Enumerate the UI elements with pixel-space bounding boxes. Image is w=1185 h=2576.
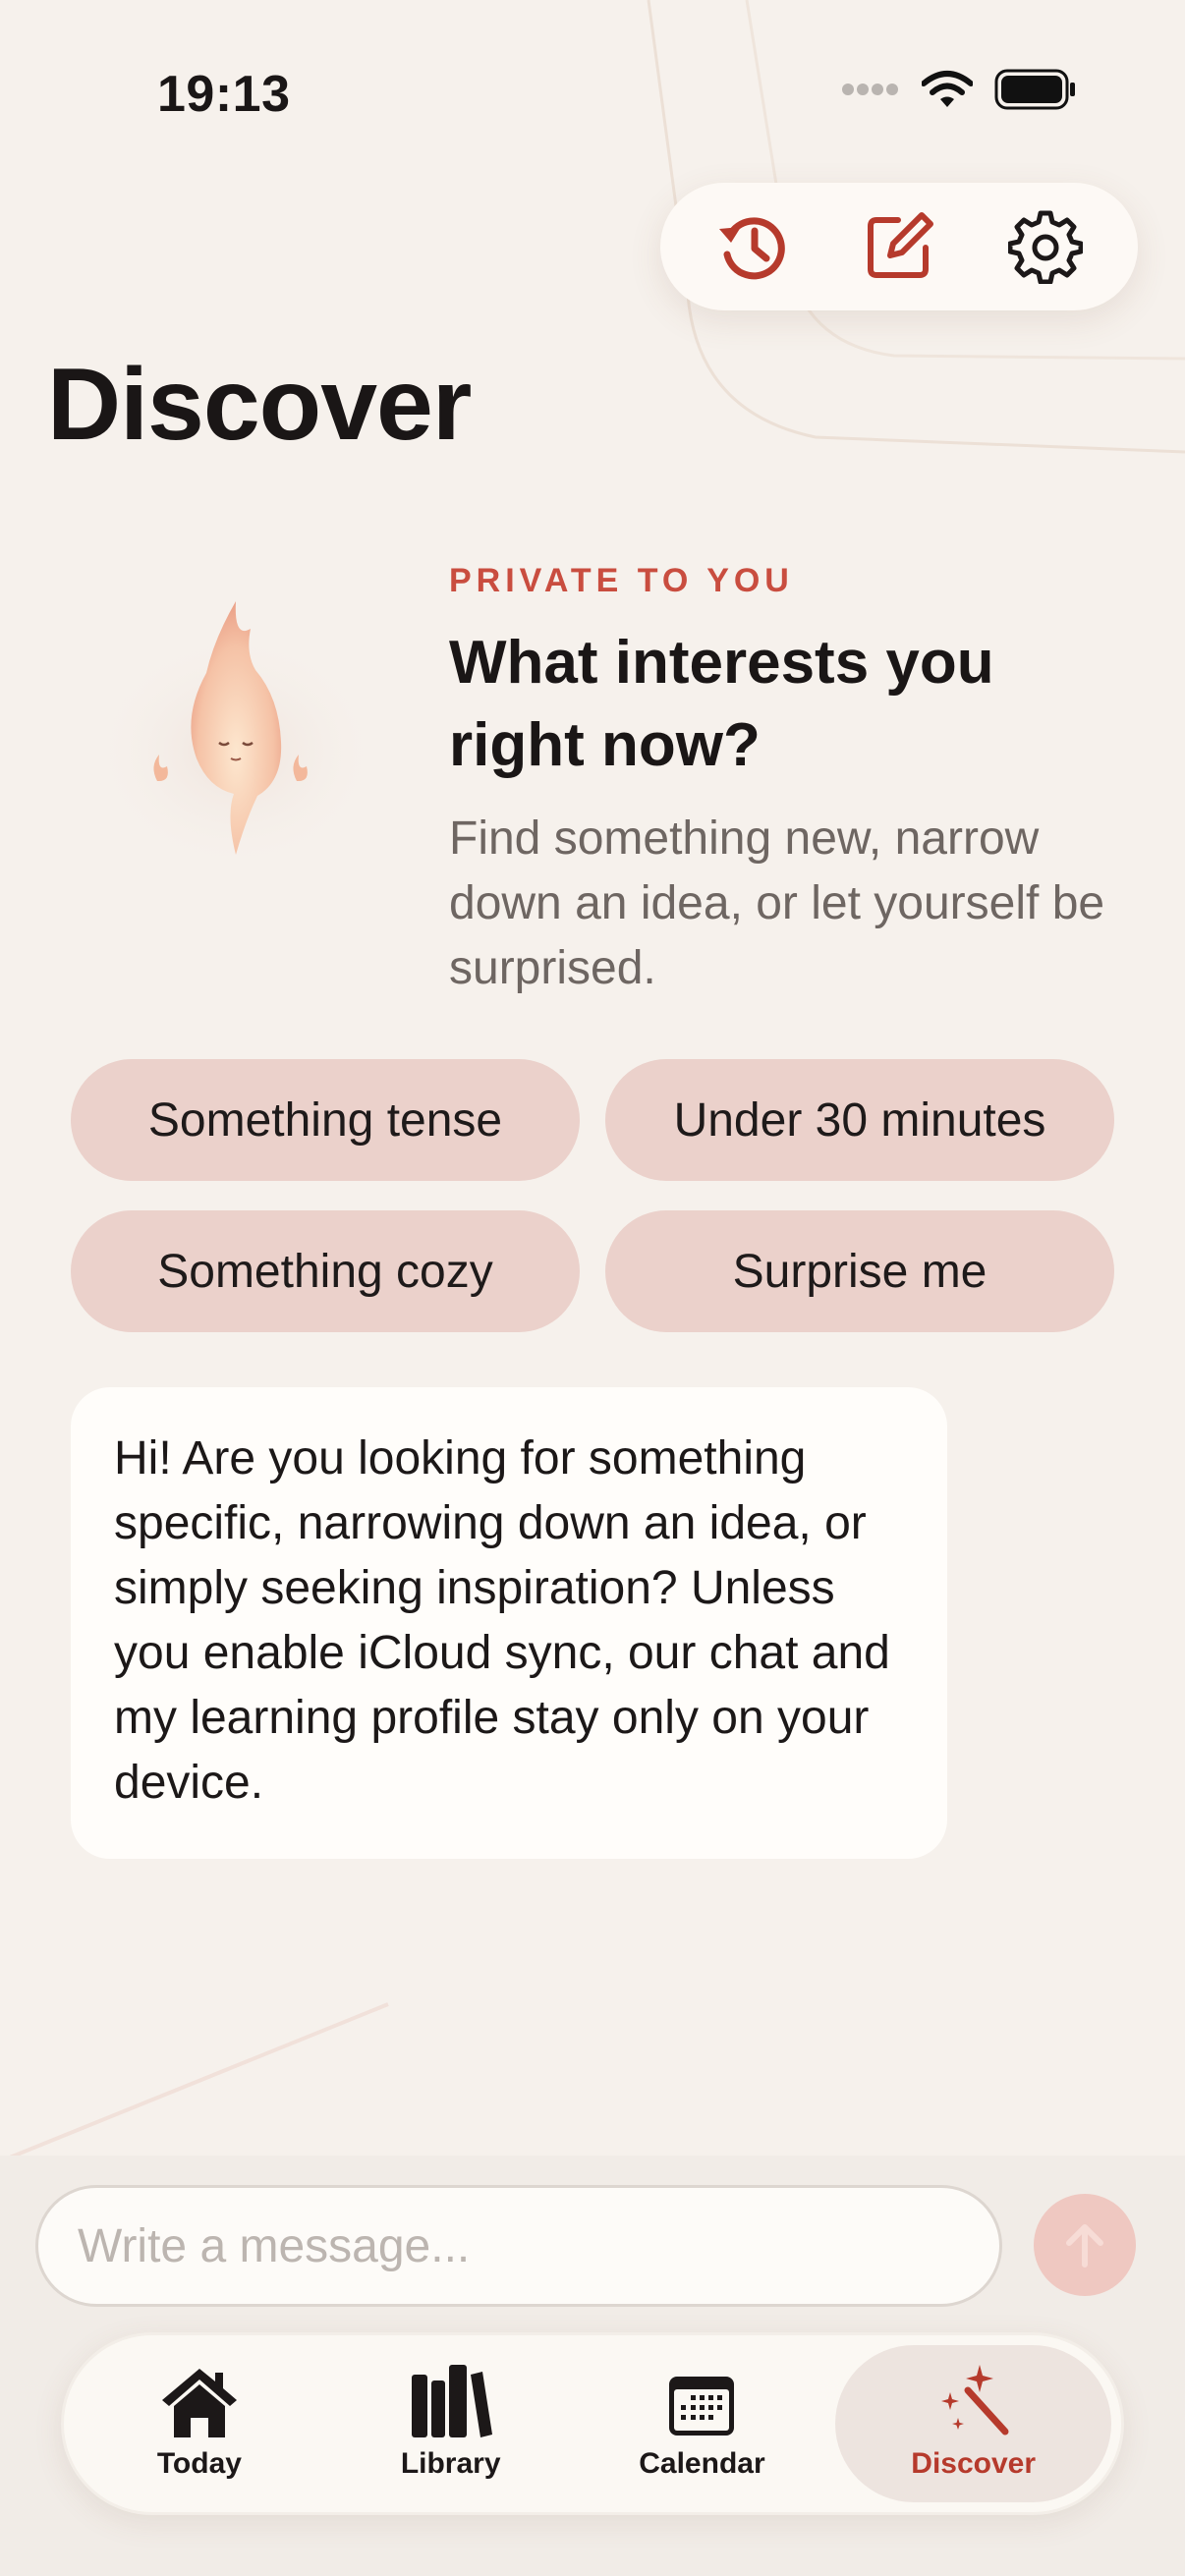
calendar-icon: [669, 2377, 735, 2436]
status-indicators: [841, 69, 1077, 110]
hero-heading: What interests you right now?: [449, 629, 994, 779]
tab-today[interactable]: Today: [74, 2345, 325, 2502]
tab-library[interactable]: Library: [325, 2345, 577, 2502]
chip-something-tense[interactable]: Something tense: [71, 1059, 580, 1181]
message-input[interactable]: [35, 2185, 1002, 2307]
flame-mascot-image: [88, 601, 383, 874]
history-icon: [719, 217, 786, 280]
status-time: 19:13: [157, 66, 291, 123]
books-icon: [411, 2365, 492, 2437]
assistant-message-bubble: Hi! Are you looking for something specif…: [71, 1387, 947, 1859]
top-action-bar: [660, 183, 1138, 310]
settings-button[interactable]: [991, 193, 1100, 301]
hero-subtitle: Find something new, narrow down an idea,…: [449, 812, 1105, 994]
chip-surprise-me[interactable]: Surprise me: [605, 1210, 1114, 1332]
house-icon: [161, 2369, 237, 2437]
tab-label: Today: [156, 2447, 242, 2480]
history-button[interactable]: [699, 193, 807, 301]
tab-label: Library: [400, 2447, 501, 2480]
hero-text: PRIVATE TO YOU What interests you right …: [449, 562, 1127, 1001]
wifi-icon: [922, 71, 973, 107]
chip-something-cozy[interactable]: Something cozy: [71, 1210, 580, 1332]
tab-calendar[interactable]: Calendar: [577, 2345, 828, 2502]
compose-icon: [867, 212, 933, 278]
signal-icon: [842, 84, 898, 95]
tab-discover[interactable]: Discover: [835, 2345, 1111, 2502]
battery-icon: [994, 69, 1075, 110]
privacy-eyebrow: PRIVATE TO YOU: [449, 562, 794, 599]
tab-bar: Today Library Calendar Discover: [61, 2332, 1124, 2515]
chip-under-30-minutes[interactable]: Under 30 minutes: [605, 1059, 1114, 1181]
arrow-up-icon: [1066, 2224, 1103, 2268]
send-button[interactable]: [1034, 2194, 1136, 2296]
new-chat-button[interactable]: [845, 193, 953, 301]
tab-label: Discover: [911, 2447, 1037, 2480]
magic-wand-icon: [940, 2365, 1009, 2436]
suggestion-chips: Something tense Under 30 minutes Somethi…: [71, 1059, 1114, 1332]
page-title: Discover: [47, 348, 472, 462]
gear-icon: [1007, 210, 1083, 284]
tab-label: Calendar: [639, 2447, 765, 2480]
